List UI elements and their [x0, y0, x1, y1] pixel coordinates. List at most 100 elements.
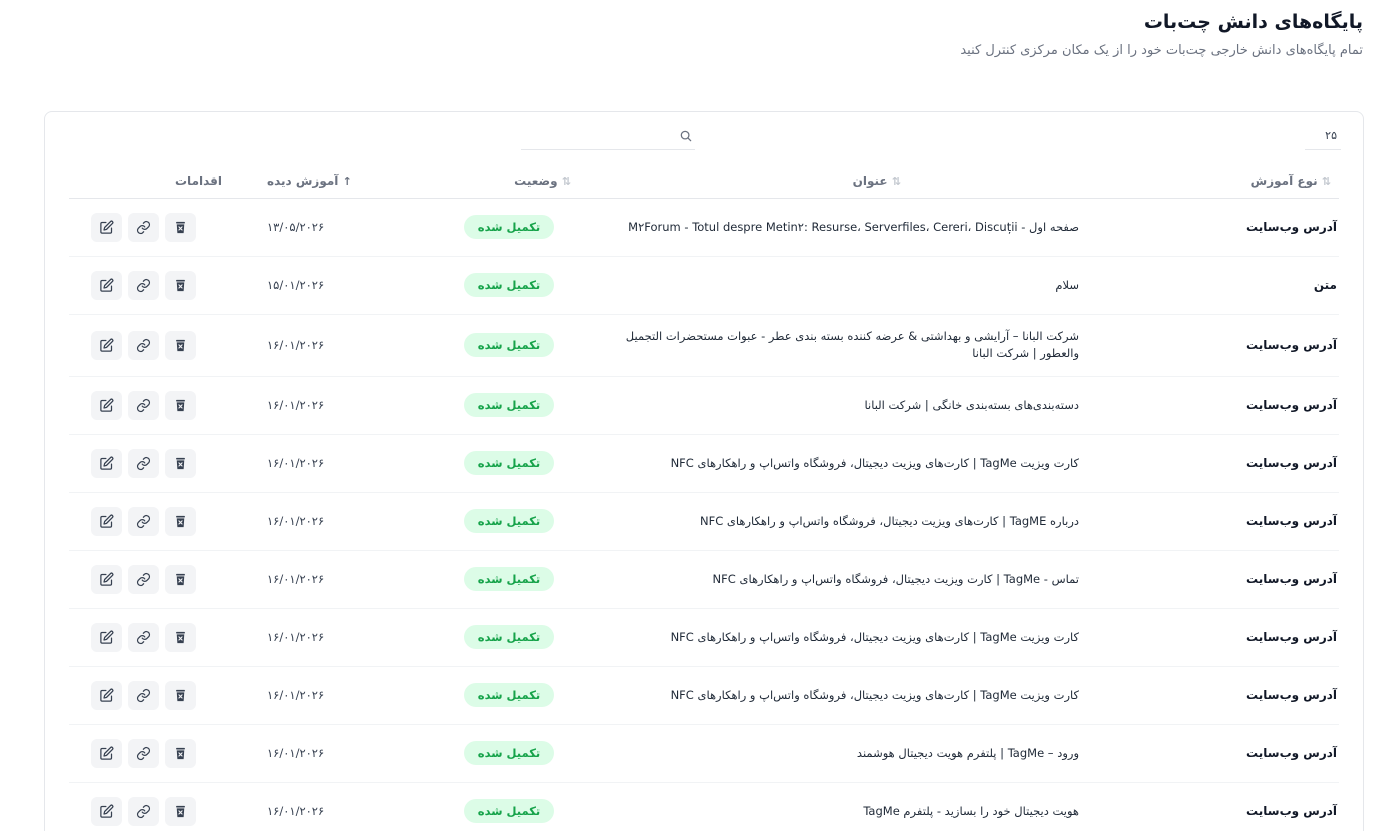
edit-button[interactable] [91, 448, 122, 478]
link-button[interactable] [128, 270, 159, 300]
row-status-cell: تکمیل شده [439, 434, 579, 493]
page-title: پایگاه‌های دانش چت‌بات [1143, 11, 1363, 33]
page-header: پایگاه‌های دانش چت‌بات تمام پایگاه‌های د… [960, 8, 1363, 60]
sort-icon: ⇅ [1321, 174, 1331, 188]
row-actions [69, 434, 249, 493]
delete-icon [173, 746, 188, 761]
delete-icon [173, 688, 188, 703]
row-type: آدرس وب‌سایت [1079, 550, 1339, 609]
sort-asc-icon: ↑ [342, 174, 352, 188]
delete-button[interactable] [165, 212, 196, 242]
edit-button[interactable] [91, 564, 122, 594]
edit-button[interactable] [91, 270, 122, 300]
row-actions [69, 782, 249, 831]
column-header-status[interactable]: ⇅ وضعیت [439, 164, 579, 199]
column-header-type-label: نوع آموزش [1250, 173, 1318, 188]
row-title: کارت ویزیت TagMe | کارت‌های ویزیت دیجیتا… [579, 434, 1079, 493]
row-actions [69, 608, 249, 667]
row-type: آدرس وب‌سایت [1079, 724, 1339, 783]
row-trained-date: ۱۶/۰۱/۲۰۲۶ [249, 666, 439, 725]
link-button[interactable] [128, 564, 159, 594]
delete-button[interactable] [165, 270, 196, 300]
link-button[interactable] [128, 448, 159, 478]
row-status-cell: تکمیل شده [439, 724, 579, 783]
edit-button[interactable] [91, 738, 122, 768]
row-status-cell: تکمیل شده [439, 782, 579, 831]
row-title: کارت ویزیت TagMe | کارت‌های ویزیت دیجیتا… [579, 608, 1079, 667]
delete-button[interactable] [165, 564, 196, 594]
row-trained-date: ۱۶/۰۱/۲۰۲۶ [249, 434, 439, 493]
link-button[interactable] [128, 680, 159, 710]
link-button[interactable] [128, 212, 159, 242]
edit-button[interactable] [91, 796, 122, 826]
row-actions [69, 724, 249, 783]
status-badge: تکمیل شده [463, 215, 555, 239]
table-row: آدرس وب‌سایت کارت ویزیت TagMe | کارت‌های … [69, 608, 1339, 667]
delete-icon [173, 514, 188, 529]
row-title: هویت دیجیتال خود را بسازید - پلتفرم TagM… [579, 782, 1079, 831]
edit-button[interactable] [91, 390, 122, 420]
row-actions [69, 492, 249, 551]
status-badge: تکمیل شده [463, 393, 555, 417]
knowledge-base-table: ⇅ نوع آموزش ⇅ عنوان ⇅ وضعیت ↑ آموزش دیده… [69, 164, 1339, 831]
delete-icon [173, 338, 188, 353]
delete-icon [173, 572, 188, 587]
delete-icon [173, 398, 188, 413]
status-badge: تکمیل شده [463, 333, 555, 357]
delete-button[interactable] [165, 390, 196, 420]
edit-button[interactable] [91, 212, 122, 242]
table-row: آدرس وب‌سایت تماس - TagMe | کارت ویزیت دی… [69, 550, 1339, 609]
row-status-cell: تکمیل شده [439, 550, 579, 609]
page-subtitle: تمام پایگاه‌های دانش خارجی چت‌بات خود را… [960, 43, 1363, 58]
edit-button[interactable] [91, 622, 122, 652]
link-icon [136, 746, 151, 761]
link-button[interactable] [128, 738, 159, 768]
link-icon [136, 514, 151, 529]
edit-button[interactable] [91, 680, 122, 710]
row-actions [69, 198, 249, 257]
row-status-cell: تکمیل شده [439, 608, 579, 667]
column-header-actions-label: اقدامات [175, 173, 223, 188]
status-badge: تکمیل شده [463, 451, 555, 475]
row-trained-date: ۱۶/۰۱/۲۰۲۶ [249, 492, 439, 551]
delete-button[interactable] [165, 448, 196, 478]
link-button[interactable] [128, 506, 159, 536]
edit-icon [99, 630, 114, 645]
link-icon [136, 630, 151, 645]
edit-button[interactable] [91, 506, 122, 536]
delete-button[interactable] [165, 680, 196, 710]
delete-button[interactable] [165, 330, 196, 360]
column-header-actions: اقدامات [69, 164, 249, 199]
column-header-trained[interactable]: ↑ آموزش دیده [249, 164, 439, 199]
delete-button[interactable] [165, 506, 196, 536]
delete-icon [173, 456, 188, 471]
table-row: متن سلام تکمیل شده ۱۵/۰۱/۲۰۲۶ [69, 256, 1339, 315]
edit-button[interactable] [91, 330, 122, 360]
edit-icon [99, 514, 114, 529]
row-actions [69, 314, 249, 377]
column-header-title-label: عنوان [852, 173, 888, 188]
row-status-cell: تکمیل شده [439, 314, 579, 377]
table-row: آدرس وب‌سایت دسته‌بندی‌های بسته‌بندی خانگ… [69, 376, 1339, 435]
row-type: آدرس وب‌سایت [1079, 666, 1339, 725]
search-input[interactable] [521, 124, 695, 149]
link-button[interactable] [128, 390, 159, 420]
link-icon [136, 278, 151, 293]
row-title: ورود – TagMe | پلتفرم هویت دیجیتال هوشمن… [579, 724, 1079, 783]
delete-button[interactable] [165, 796, 196, 826]
link-button[interactable] [128, 622, 159, 652]
row-type: آدرس وب‌سایت [1079, 782, 1339, 831]
column-header-type[interactable]: ⇅ نوع آموزش [1079, 164, 1339, 199]
delete-button[interactable] [165, 738, 196, 768]
link-button[interactable] [128, 796, 159, 826]
link-button[interactable] [128, 330, 159, 360]
link-icon [136, 398, 151, 413]
link-icon [136, 804, 151, 819]
delete-button[interactable] [165, 622, 196, 652]
column-header-title[interactable]: ⇅ عنوان [579, 164, 1079, 199]
page-size-select[interactable]: ۲۵ [1305, 124, 1341, 150]
column-header-trained-label: آموزش دیده [267, 173, 339, 188]
link-icon [136, 572, 151, 587]
row-type: آدرس وب‌سایت [1079, 376, 1339, 435]
link-icon [136, 220, 151, 235]
